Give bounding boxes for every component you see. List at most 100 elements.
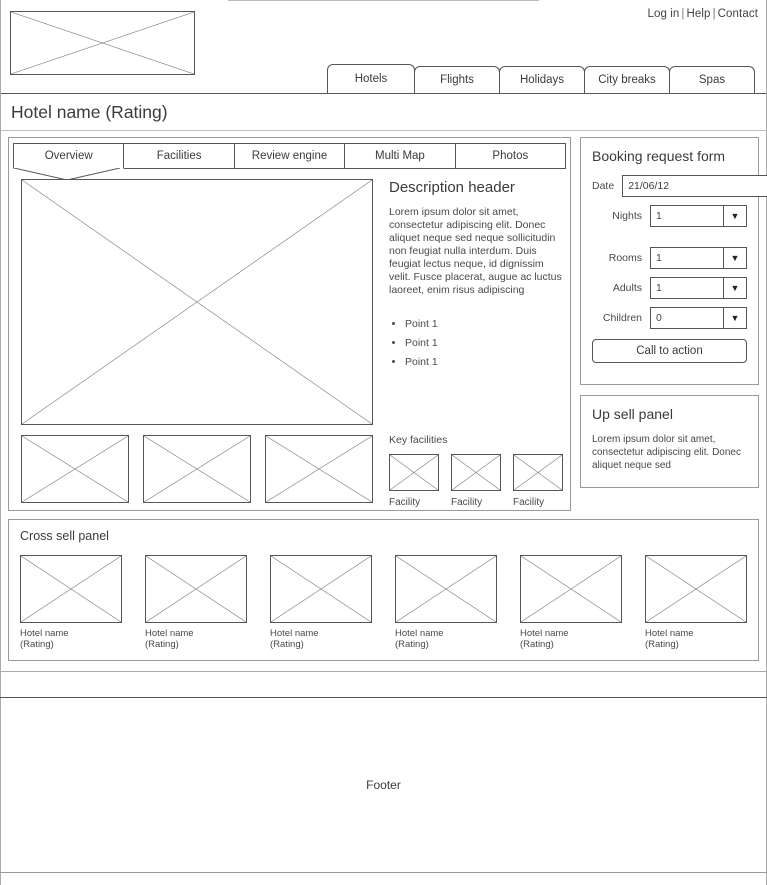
form-row-adults: Adults 1 ▼	[592, 277, 747, 299]
subtab-review-engine[interactable]: Review engine	[234, 143, 346, 169]
thumbnail-3[interactable]	[265, 435, 373, 503]
label-nights: Nights	[612, 210, 642, 222]
booking-form-title: Booking request form	[592, 148, 726, 164]
subtab-multi-map-label: Multi Map	[374, 150, 425, 162]
cross-sell-item[interactable]: Hotel name (Rating)	[145, 555, 247, 650]
subtab-photos[interactable]: Photos	[455, 143, 567, 169]
subtab-overview-label: Overview	[44, 150, 93, 162]
cross-sell-item[interactable]: Hotel name (Rating)	[20, 555, 122, 650]
cross-sell-item[interactable]: Hotel name (Rating)	[395, 555, 497, 650]
nav-tab-spas-label: Spas	[698, 74, 726, 86]
facility-icon-2	[451, 454, 501, 491]
site-header: Log in | Help | Contact Hotels Flights Holid…	[0, 0, 767, 93]
rooms-select-value: 1	[656, 252, 662, 264]
content-card: Overview Facilities Review engine Multi …	[8, 137, 571, 511]
thumbnail-1[interactable]	[21, 435, 129, 503]
cross-sell-hotel-rating-2: (Rating)	[145, 639, 179, 650]
hotel-thumbnail-2	[145, 555, 247, 623]
cross-sell-hotel-name-3: Hotel name	[270, 628, 319, 639]
cross-sell-item[interactable]: Hotel name (Rating)	[520, 555, 622, 650]
utility-link-contact[interactable]: Contact	[718, 8, 758, 20]
children-select[interactable]: 0 ▼	[650, 307, 747, 329]
hotel-thumbnail-3	[270, 555, 372, 623]
adults-select-value: 1	[656, 282, 662, 294]
overview-panel: Description header Lorem ipsum dolor sit…	[9, 179, 570, 509]
nights-select[interactable]: 1 ▼	[650, 205, 747, 227]
subtab-overview[interactable]: Overview	[13, 143, 125, 181]
subtab-multi-map[interactable]: Multi Map	[345, 143, 456, 169]
cross-sell-title: Cross sell panel	[20, 529, 109, 543]
label-children: Children	[602, 312, 642, 324]
page-title-bar: Hotel name (Rating)	[0, 93, 767, 131]
description-bullet-1: Point 1	[405, 315, 565, 334]
nav-tab-holidays-label: Holidays	[519, 74, 565, 86]
cross-sell-hotel-name-4: Hotel name	[395, 628, 444, 639]
booking-request-form: Booking request form Date Nights 1 ▼ Roo…	[580, 137, 767, 385]
utility-separator-2: |	[712, 8, 716, 20]
cross-sell-item[interactable]: Hotel name (Rating)	[270, 555, 372, 650]
cross-sell-hotel-rating-5: (Rating)	[520, 639, 554, 650]
key-facility-item-2: Facility	[451, 454, 501, 508]
cross-sell-hotel-name-1: Hotel name	[20, 628, 69, 639]
chevron-down-icon: ▼	[723, 308, 746, 328]
cross-sell-label-1: Hotel name (Rating)	[20, 628, 122, 650]
cross-sell-hotel-rating-3: (Rating)	[270, 639, 304, 650]
date-input[interactable]	[622, 175, 767, 197]
label-rooms: Rooms	[608, 252, 642, 264]
cross-sell-panel: Cross sell panel Hotel name (Rating) Hot…	[8, 519, 759, 661]
key-facility-item-1: Facility	[389, 454, 439, 508]
nav-tab-flights-label: Flights	[440, 74, 474, 86]
utility-nav: Log in | Help | Contact	[647, 8, 758, 20]
description-body: Lorem ipsum dolor sit amet, consectetur …	[389, 206, 562, 296]
subtab-review-engine-label: Review engine	[251, 150, 328, 162]
cross-sell-hotel-rating-4: (Rating)	[395, 639, 429, 650]
hotel-thumbnail-1	[20, 555, 122, 623]
nav-tab-spas[interactable]: Spas	[669, 66, 755, 93]
call-to-action-button[interactable]: Call to action	[592, 339, 747, 363]
utility-link-help[interactable]: Help	[687, 8, 711, 20]
label-adults: Adults	[612, 282, 642, 294]
primary-nav-tabs: Hotels Flights Holidays City breaks Spas	[327, 64, 755, 93]
description-bullet-list: Point 1 Point 1 Point 1	[389, 315, 565, 372]
cross-sell-label-6: Hotel name (Rating)	[645, 628, 747, 650]
facility-label-1: Facility	[389, 497, 421, 508]
cross-sell-label-2: Hotel name (Rating)	[145, 628, 247, 650]
nav-tab-city-breaks[interactable]: City breaks	[584, 66, 670, 93]
form-row-children: Children 0 ▼	[592, 307, 747, 329]
nav-tab-holidays[interactable]: Holidays	[499, 66, 585, 93]
form-row-date: Date	[592, 175, 767, 197]
pre-footer-spacer	[0, 671, 767, 698]
wireframe-page: Log in | Help | Contact Hotels Flights Holid…	[0, 0, 767, 885]
description-bullet-2: Point 1	[405, 334, 565, 353]
cross-sell-hotel-name-5: Hotel name	[520, 628, 569, 639]
facility-label-3: Facility	[513, 497, 545, 508]
cross-sell-row: Hotel name (Rating) Hotel name (Rating) …	[20, 555, 747, 650]
facility-icon-3	[513, 454, 563, 491]
rooms-select[interactable]: 1 ▼	[650, 247, 747, 269]
subtab-photos-label: Photos	[492, 150, 529, 162]
chevron-down-icon: ▼	[723, 248, 746, 268]
utility-link-login[interactable]: Log in	[647, 8, 679, 20]
cross-sell-hotel-rating-1: (Rating)	[20, 639, 54, 650]
cross-sell-hotel-name-6: Hotel name	[645, 628, 694, 639]
description-header: Description header	[389, 179, 515, 196]
hotel-thumbnail-4	[395, 555, 497, 623]
form-row-nights: Nights 1 ▼	[592, 205, 747, 227]
nights-select-value: 1	[656, 210, 662, 222]
nav-tab-flights[interactable]: Flights	[414, 66, 500, 93]
utility-separator-1: |	[681, 8, 685, 20]
description-section: Description header Lorem ipsum dolor sit…	[389, 179, 565, 372]
chevron-down-icon: ▼	[723, 206, 746, 226]
cross-sell-item[interactable]: Hotel name (Rating)	[645, 555, 747, 650]
hero-image[interactable]	[21, 179, 373, 425]
cross-sell-label-5: Hotel name (Rating)	[520, 628, 622, 650]
adults-select[interactable]: 1 ▼	[650, 277, 747, 299]
cross-sell-hotel-name-2: Hotel name	[145, 628, 194, 639]
up-sell-panel: Up sell panel Lorem ipsum dolor sit amet…	[580, 395, 759, 488]
cross-sell-label-4: Hotel name (Rating)	[395, 628, 497, 650]
subtab-facilities[interactable]: Facilities	[124, 143, 235, 169]
nav-tab-hotels[interactable]: Hotels	[327, 64, 415, 93]
thumbnail-2[interactable]	[143, 435, 251, 503]
site-logo[interactable]	[10, 11, 195, 75]
thumbnail-strip	[21, 435, 373, 503]
